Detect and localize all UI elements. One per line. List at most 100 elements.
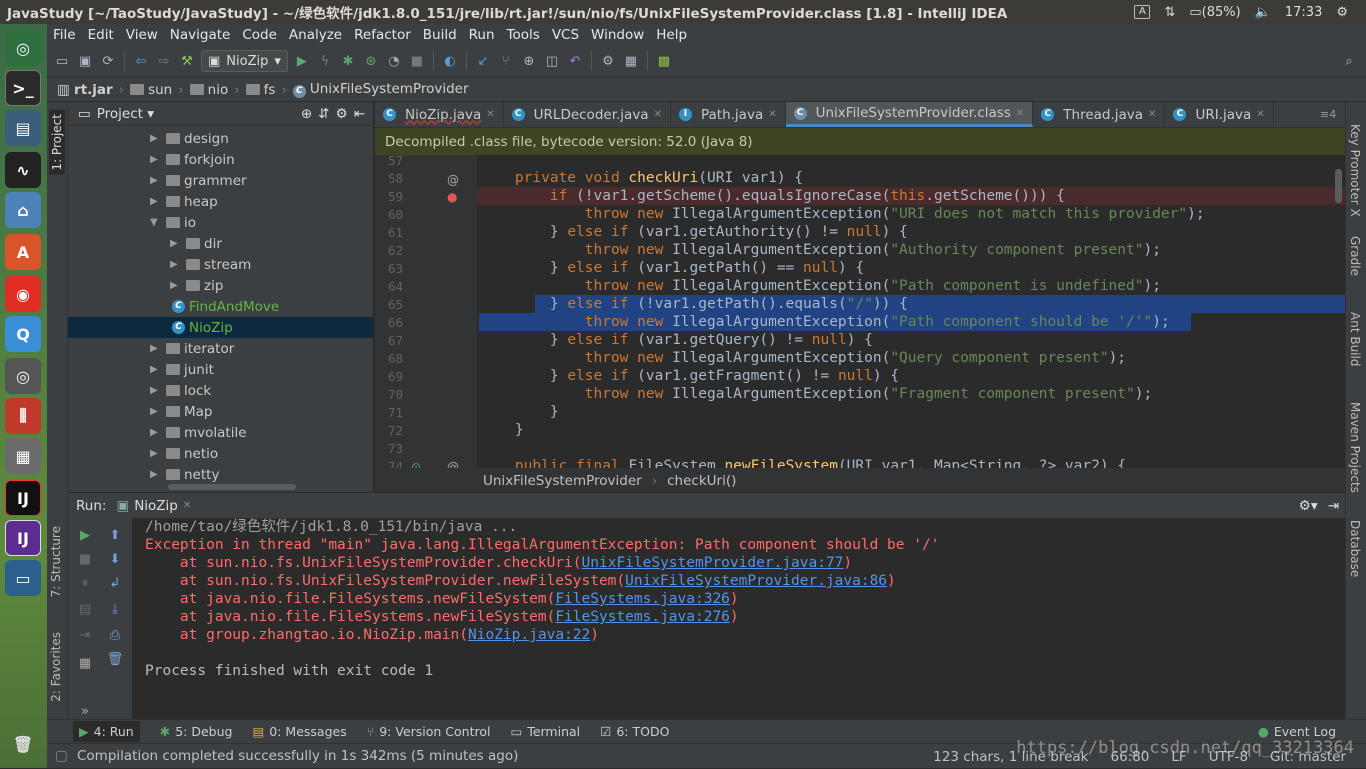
project-tree-item[interactable]: ▶ junit: [68, 359, 373, 380]
editor-tab[interactable]: C URLDecoder.java ✕: [504, 102, 671, 127]
chevron-right-icon[interactable]: ▶: [150, 406, 162, 417]
gear-icon[interactable]: ⚙▾: [1299, 498, 1318, 514]
dump-threads-icon[interactable]: ▤: [76, 602, 94, 618]
project-tree-item[interactable]: ▶ stream: [68, 254, 373, 275]
project-tree-item[interactable]: ▶ heap: [68, 191, 373, 212]
project-tree-item[interactable]: ▶ design: [68, 128, 373, 149]
sdk-manager-icon[interactable]: ▩: [655, 52, 673, 70]
tool-project[interactable]: 1: Project: [49, 110, 65, 175]
breadcrumb-nio[interactable]: nio: [189, 82, 228, 98]
tool-tab-messages[interactable]: ▤ 0: Messages: [252, 724, 346, 739]
run-dropdown-icon[interactable]: ϟ: [316, 52, 334, 70]
home-folder-icon[interactable]: ⌂: [5, 192, 41, 228]
tool-key-promoter[interactable]: Key Promoter X: [1348, 124, 1362, 217]
dash-home-icon[interactable]: ◎: [5, 30, 41, 66]
close-icon[interactable]: ✕: [1256, 109, 1264, 120]
intellij-active-icon[interactable]: IJ: [5, 520, 41, 556]
rerun-icon[interactable]: ▶: [76, 528, 94, 544]
tool-ant-build[interactable]: Ant Build: [1348, 312, 1362, 366]
close-icon[interactable]: ✕: [1016, 108, 1024, 119]
clear-all-icon[interactable]: 🗑: [106, 652, 124, 668]
override-marker-icon[interactable]: @: [447, 173, 459, 187]
vcs-commit-icon[interactable]: ⑂: [497, 52, 515, 70]
keyboard-layout-icon[interactable]: A: [1134, 5, 1151, 19]
trash-icon[interactable]: 🗑: [5, 726, 41, 762]
exit-icon[interactable]: ⇥: [76, 628, 94, 644]
editor-tab[interactable]: C UnixFileSystemProvider.class ✕: [785, 102, 1034, 127]
chevron-right-icon[interactable]: ▶: [170, 280, 182, 291]
workspace-icon[interactable]: ▭: [5, 560, 41, 596]
close-icon[interactable]: ✕: [654, 109, 662, 120]
scroll-up-icon[interactable]: ⬆: [106, 528, 124, 544]
tool-favorites[interactable]: 2: Favorites: [49, 632, 63, 702]
project-tree-item[interactable]: ▼ io: [68, 212, 373, 233]
project-tree-item[interactable]: ▶ dir: [68, 233, 373, 254]
layout-icon[interactable]: ▦: [76, 656, 94, 672]
collapse-icon[interactable]: ⇵: [318, 106, 329, 122]
chevron-right-icon[interactable]: ▶: [150, 364, 162, 375]
code-editor[interactable]: 57 58 59 60 61 62 63 64 65 66 67 68 69 70 71 72 73 74 @ ● @ ⊙…: [375, 155, 1345, 468]
project-view-select[interactable]: Project ▾: [97, 106, 154, 122]
editor-crumb-method[interactable]: checkUri(): [667, 473, 736, 489]
pause-icon[interactable]: ⏸: [76, 576, 94, 592]
chevron-down-icon[interactable]: ▼: [150, 217, 162, 228]
forward-icon[interactable]: ⇨: [155, 52, 173, 70]
settings-icon[interactable]: ⚙: [599, 52, 617, 70]
stack-frame-link[interactable]: UnixFileSystemProvider.java:86: [625, 573, 887, 589]
event-log-button[interactable]: ● Event Log: [1258, 724, 1336, 739]
menu-help[interactable]: Help: [650, 27, 693, 43]
terminal-icon[interactable]: >_: [5, 70, 41, 106]
project-structure-icon[interactable]: ▦: [622, 52, 640, 70]
intellij-icon[interactable]: IJ: [5, 480, 41, 516]
tool-maven[interactable]: Maven Projects: [1348, 402, 1362, 493]
editor-crumb-class[interactable]: UnixFileSystemProvider: [483, 473, 642, 489]
editor-tab[interactable]: C NioZip.java ✕: [375, 102, 504, 127]
editor-tab[interactable]: C URI.java ✕: [1165, 102, 1274, 127]
tool-tab-todo[interactable]: ☑ 6: TODO: [600, 724, 669, 739]
close-icon[interactable]: ✕: [768, 109, 776, 120]
run-console[interactable]: /home/tao/绿色软件/jdk1.8.0_151/bin/java ...…: [132, 518, 1345, 719]
save-all-icon[interactable]: ▣: [76, 52, 94, 70]
tool-tab-terminal[interactable]: ▭ Terminal: [511, 724, 581, 739]
breadcrumb-class[interactable]: C UnixFileSystemProvider: [292, 81, 469, 98]
calculator-icon[interactable]: ▦: [5, 438, 41, 474]
menu-build[interactable]: Build: [417, 27, 463, 43]
settings-gear-icon[interactable]: ⚙: [1336, 5, 1348, 20]
menu-navigate[interactable]: Navigate: [164, 27, 237, 43]
stack-frame-link[interactable]: FileSystems.java:276: [555, 609, 730, 625]
tool-tab-run[interactable]: ▶ 4: Run: [73, 721, 140, 742]
battery-indicator[interactable]: ▭(85%): [1189, 5, 1240, 20]
close-icon[interactable]: ✕: [486, 109, 494, 120]
implements-marker-icon[interactable]: ⊙: [411, 460, 421, 468]
profile-icon[interactable]: ◔: [385, 52, 403, 70]
breakpoint-icon[interactable]: ●: [447, 190, 457, 204]
files-icon[interactable]: ▤: [5, 110, 41, 146]
chrome-icon[interactable]: ◎: [5, 358, 41, 394]
vcs-compare-icon[interactable]: ⊕: [520, 52, 538, 70]
project-tree-item[interactable]: ▶ mvolatile: [68, 422, 373, 443]
chevron-right-icon[interactable]: ▶: [150, 427, 162, 438]
scroll-down-icon[interactable]: ⬇: [106, 552, 124, 568]
software-center-icon[interactable]: A: [5, 234, 41, 270]
project-tree-item[interactable]: ▶ lock: [68, 380, 373, 401]
editor-tab[interactable]: C Thread.java ✕: [1033, 102, 1166, 127]
chevron-right-icon[interactable]: ▶: [150, 154, 162, 165]
breadcrumb-sun[interactable]: sun: [130, 82, 172, 98]
gear-icon[interactable]: ⚙: [336, 106, 348, 122]
close-icon[interactable]: ✕: [1148, 109, 1156, 120]
vcs-update-icon[interactable]: ↙: [474, 52, 492, 70]
stack-frame-link[interactable]: UnixFileSystemProvider.java:77: [582, 555, 844, 571]
hide-panel-icon[interactable]: ⇤: [354, 106, 365, 122]
tool-database[interactable]: Database: [1348, 520, 1362, 577]
menu-code[interactable]: Code: [236, 27, 283, 43]
menu-window[interactable]: Window: [585, 27, 650, 43]
status-square-icon[interactable]: ▢: [55, 748, 68, 764]
menu-file[interactable]: File: [47, 27, 82, 43]
expand-icon[interactable]: »: [76, 704, 94, 720]
editor-tab[interactable]: I Path.java ✕: [671, 102, 786, 127]
chevron-right-icon[interactable]: ▶: [150, 469, 162, 480]
search-everywhere-icon[interactable]: ⌕: [1340, 52, 1358, 70]
back-icon[interactable]: ⇦: [132, 52, 150, 70]
tool-structure[interactable]: 7: Structure: [49, 526, 63, 597]
menu-refactor[interactable]: Refactor: [348, 27, 417, 43]
